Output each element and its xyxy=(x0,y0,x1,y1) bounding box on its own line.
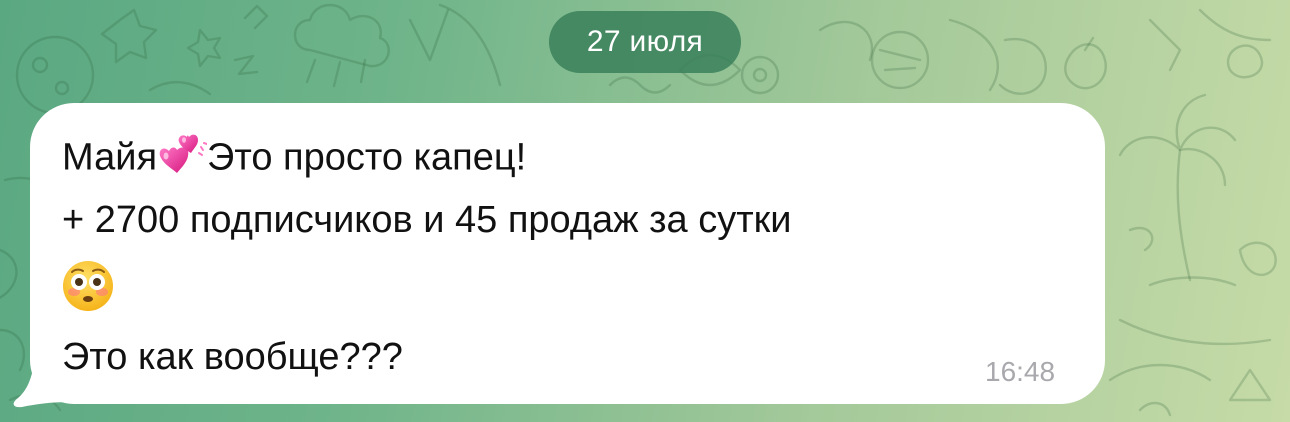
message-line-1: Майя Это просто капец! xyxy=(62,131,526,188)
message-line-2: + 2700 подписчиков и 45 продаж за сутки xyxy=(62,199,792,241)
flushed-face-emoji xyxy=(62,260,114,323)
message-timestamp: 16:48 xyxy=(985,356,1056,387)
sender-name: Майя xyxy=(62,136,158,179)
message-line-4: Это как вообще??? xyxy=(62,336,403,378)
message-line-3 xyxy=(62,260,114,323)
date-separator-pill: 27 июля xyxy=(549,11,741,73)
message-text-1: Это просто капец! xyxy=(207,136,527,179)
two-hearts-emoji xyxy=(157,131,209,188)
